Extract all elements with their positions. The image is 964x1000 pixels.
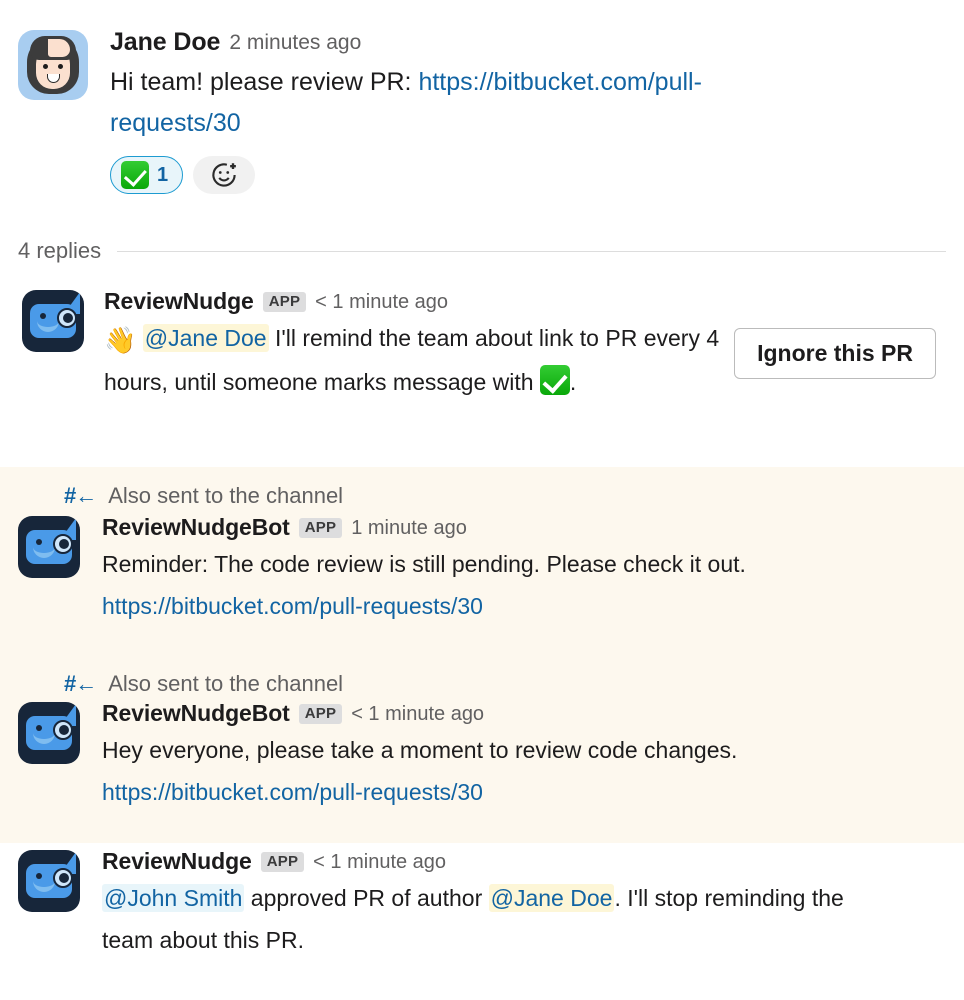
message-text-segment: Reminder: The code review is still pendi…	[102, 551, 746, 577]
channel-broadcast-icon: #←	[64, 483, 97, 508]
message-text: 👋 @Jane Doe I'll remind the team about l…	[104, 317, 730, 403]
avatar-reviewnudgebot-1[interactable]	[18, 516, 80, 578]
app-badge: APP	[298, 517, 343, 538]
reaction-count: 1	[157, 163, 169, 186]
pull-request-link[interactable]: https://bitbucket.com/pull-requests/30	[102, 593, 483, 619]
message-text: Hi team! please review PR: https://bitbu…	[110, 62, 824, 144]
message-header: ReviewNudgeBot APP < 1 minute ago	[102, 702, 948, 725]
broadcast-notice-1: #← Also sent to the channel	[64, 483, 343, 509]
bot-avatar-icon	[18, 850, 80, 912]
reply-message-1: ReviewNudge APP < 1 minute ago 👋 @Jane D…	[22, 290, 950, 403]
add-reaction-icon	[212, 163, 236, 187]
white-check-mark-icon	[121, 161, 149, 189]
avatar-reviewnudge-2[interactable]	[18, 850, 80, 912]
message-timestamp[interactable]: < 1 minute ago	[313, 852, 446, 872]
app-badge: APP	[298, 703, 343, 724]
broadcast-notice-2: #← Also sent to the channel	[64, 671, 343, 697]
message-header: ReviewNudge APP < 1 minute ago	[104, 290, 950, 313]
add-reaction-button[interactable]	[193, 156, 256, 194]
message-author[interactable]: ReviewNudgeBot	[102, 702, 290, 725]
message-author[interactable]: ReviewNudge	[104, 290, 254, 313]
ignore-this-pr-button[interactable]: Ignore this PR	[734, 328, 936, 379]
avatar-reviewnudgebot-2[interactable]	[18, 702, 80, 764]
replies-count-label[interactable]: 4 replies	[18, 238, 101, 264]
channel-broadcast-icon: #←	[64, 671, 97, 696]
message-author[interactable]: ReviewNudgeBot	[102, 516, 290, 539]
user-avatar-icon	[18, 30, 88, 100]
message-timestamp[interactable]: 1 minute ago	[351, 518, 467, 538]
slack-thread-view: Jane Doe 2 minutes ago Hi team! please r…	[0, 0, 964, 1000]
user-mention-jane-doe[interactable]: @Jane Doe	[488, 884, 615, 912]
message-text: Hey everyone, please take a moment to re…	[102, 729, 948, 813]
thread-replies-divider: 4 replies	[18, 238, 946, 264]
avatar-jane-doe[interactable]	[18, 30, 88, 100]
broadcast-notice-label: Also sent to the channel	[108, 483, 344, 508]
root-message: Jane Doe 2 minutes ago Hi team! please r…	[18, 30, 948, 194]
message-author[interactable]: Jane Doe	[110, 30, 220, 55]
message-author[interactable]: ReviewNudge	[102, 850, 252, 873]
reactions-bar: 1	[110, 156, 948, 194]
message-timestamp[interactable]: < 1 minute ago	[315, 292, 448, 312]
bot-avatar-icon	[18, 702, 80, 764]
message-text-end: .	[569, 369, 577, 395]
message-header: ReviewNudge APP < 1 minute ago	[102, 850, 948, 873]
bot-avatar-icon	[18, 516, 80, 578]
user-mention-john-smith[interactable]: @John Smith	[102, 884, 245, 912]
message-timestamp[interactable]: < 1 minute ago	[351, 704, 484, 724]
divider-line	[117, 250, 946, 252]
reaction-white-check-mark[interactable]: 1	[110, 156, 184, 194]
message-text-segment: approved PR of author	[244, 885, 489, 911]
reply-message-3: ReviewNudgeBot APP < 1 minute ago Hey ev…	[18, 702, 948, 813]
message-timestamp[interactable]: 2 minutes ago	[229, 32, 361, 53]
wave-icon: 👋	[104, 325, 137, 355]
avatar-reviewnudge-1[interactable]	[22, 290, 84, 352]
white-check-mark-icon	[539, 365, 570, 395]
user-mention-jane-doe[interactable]: @Jane Doe	[142, 324, 269, 352]
pull-request-link[interactable]: https://bitbucket.com/pull-requests/30	[102, 779, 483, 805]
broadcast-notice-label: Also sent to the channel	[108, 671, 344, 696]
bot-avatar-icon	[22, 290, 84, 352]
app-badge: APP	[260, 851, 305, 872]
app-badge: APP	[262, 291, 307, 312]
reply-message-2: ReviewNudgeBot APP 1 minute ago Reminder…	[18, 516, 948, 627]
message-text: Reminder: The code review is still pendi…	[102, 543, 948, 627]
message-header: Jane Doe 2 minutes ago	[110, 30, 948, 55]
message-text-segment: Hey everyone, please take a moment to re…	[102, 737, 738, 763]
reply-message-4: ReviewNudge APP < 1 minute ago @John Smi…	[18, 850, 948, 961]
message-header: ReviewNudgeBot APP 1 minute ago	[102, 516, 948, 539]
message-text: @John Smith approved PR of author @Jane …	[102, 877, 892, 961]
message-text-segment: Hi team! please review PR:	[110, 68, 419, 96]
